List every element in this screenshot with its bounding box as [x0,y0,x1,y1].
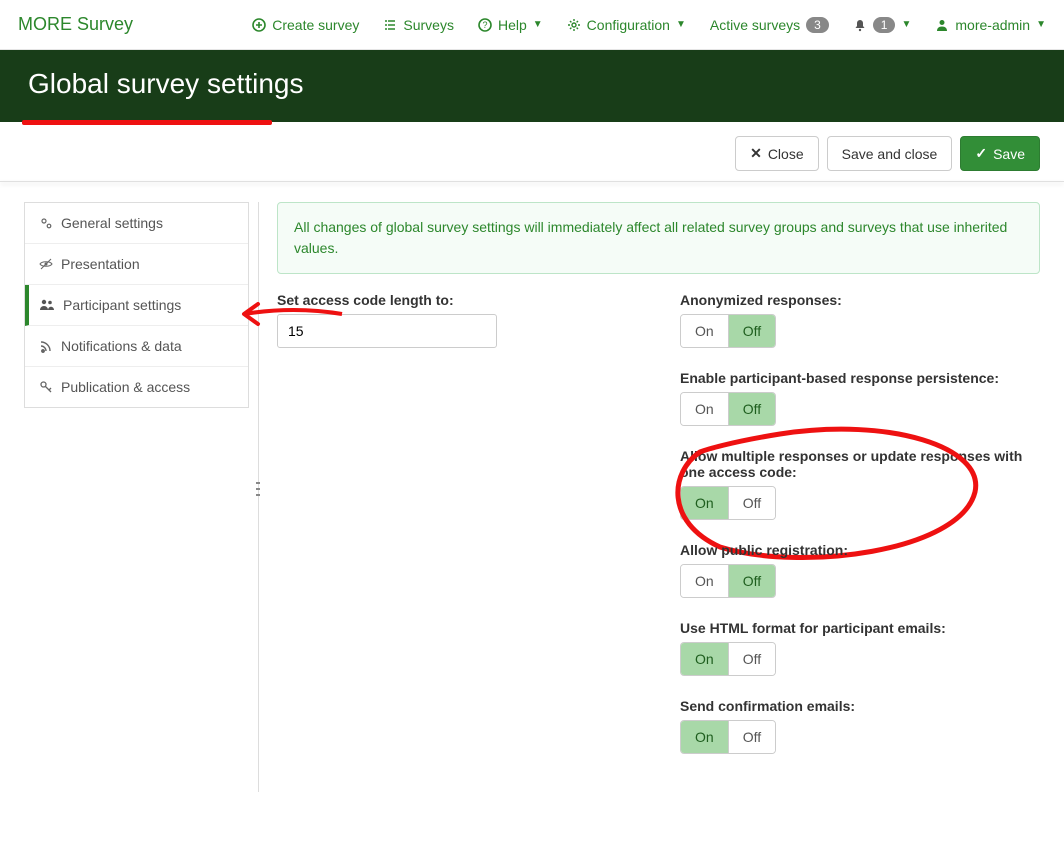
check-icon: ✓ [975,145,987,162]
sidebar-resize-handle[interactable] [256,482,261,496]
confirmation-email-off[interactable]: Off [728,721,775,753]
persistence-off[interactable]: Off [728,393,775,425]
sidebar: General settings Presentation Participan… [24,202,249,776]
persistence-group: Enable participant-based response persis… [680,370,1040,426]
persistence-on[interactable]: On [681,393,728,425]
page-title-band: Global survey settings [0,50,1064,122]
sidebar-item-participant[interactable]: Participant settings [25,285,248,326]
save-and-close-button[interactable]: Save and close [827,136,953,171]
list-icon [383,18,397,32]
sidebar-item-label: Presentation [61,256,140,272]
question-circle-icon: ? [478,18,492,32]
nav-active-label: Active surveys [710,17,800,33]
caret-down-icon: ▼ [676,19,686,30]
main-panel: All changes of global survey settings wi… [277,202,1040,776]
html-email-toggle: On Off [680,642,776,676]
sidebar-item-label: Notifications & data [61,338,182,354]
anonymized-off[interactable]: Off [728,315,775,347]
page-title: Global survey settings [28,68,1036,100]
right-fields: Anonymized responses: On Off Enable part… [680,292,1040,776]
gear-icon [567,18,581,32]
nav-notifications[interactable]: 1 ▼ [853,17,912,33]
top-nav: MORE Survey Create survey Surveys ? Help… [0,0,1064,50]
nav-help[interactable]: ? Help ▼ [478,17,543,33]
nav-config-label: Configuration [587,17,670,33]
multi-responses-label: Allow multiple responses or update respo… [680,448,1040,480]
left-fields: Set access code length to: [277,292,640,348]
sidebar-item-label: Publication & access [61,379,190,395]
key-icon [39,380,53,394]
html-email-on[interactable]: On [681,643,728,675]
annotation-underline [22,120,272,125]
toolbar: ✕ Close Save and close ✓ Save [0,122,1064,181]
caret-down-icon: ▼ [901,19,911,30]
nav-surveys[interactable]: Surveys [383,17,454,33]
anonymized-toggle: On Off [680,314,776,348]
caret-down-icon: ▼ [533,19,543,30]
plus-circle-icon [252,18,266,32]
notif-count-badge: 1 [873,17,896,33]
nav-create-survey[interactable]: Create survey [252,17,359,33]
anonymized-on[interactable]: On [681,315,728,347]
nav-items: Create survey Surveys ? Help ▼ Configura… [252,17,1046,33]
user-icon [935,18,949,32]
html-email-label: Use HTML format for participant emails: [680,620,1040,636]
persistence-toggle: On Off [680,392,776,426]
close-icon: ✕ [750,145,762,162]
access-code-length-input[interactable] [277,314,497,348]
public-registration-toggle: On Off [680,564,776,598]
nav-surveys-label: Surveys [403,17,454,33]
persistence-label: Enable participant-based response persis… [680,370,1040,386]
html-email-group: Use HTML format for participant emails: … [680,620,1040,676]
public-registration-off[interactable]: Off [728,565,775,597]
public-registration-label: Allow public registration: [680,542,1040,558]
nav-active-surveys[interactable]: Active surveys 3 [710,17,829,33]
bell-icon [853,18,867,32]
toolbar-divider [0,181,1064,182]
sidebar-panel: General settings Presentation Participan… [24,202,249,408]
save-label: Save [993,146,1025,162]
sidebar-item-presentation[interactable]: Presentation [25,244,248,285]
anonymized-label: Anonymized responses: [680,292,1040,308]
sidebar-item-label: Participant settings [63,297,181,313]
nav-user-label: more-admin [955,17,1030,33]
save-close-label: Save and close [842,146,938,162]
close-label: Close [768,146,804,162]
sidebar-resize-rail [252,202,259,792]
svg-text:?: ? [482,20,487,30]
anonymized-responses-group: Anonymized responses: On Off [680,292,1040,348]
confirmation-email-label: Send confirmation emails: [680,698,1040,714]
users-icon [39,298,55,312]
rss-icon [39,339,53,353]
eye-slash-icon [39,257,53,271]
access-code-length-label: Set access code length to: [277,292,640,308]
brand-logo[interactable]: MORE Survey [18,14,133,35]
nav-help-label: Help [498,17,527,33]
multi-responses-off[interactable]: Off [728,487,775,519]
sidebar-item-notifications[interactable]: Notifications & data [25,326,248,367]
confirmation-email-group: Send confirmation emails: On Off [680,698,1040,754]
confirmation-email-toggle: On Off [680,720,776,754]
inherit-alert: All changes of global survey settings wi… [277,202,1040,274]
active-count-badge: 3 [806,17,829,33]
fields-row: Set access code length to: Anonymized re… [277,292,1040,776]
sidebar-item-publication[interactable]: Publication & access [25,367,248,407]
caret-down-icon: ▼ [1036,19,1046,30]
html-email-off[interactable]: Off [728,643,775,675]
confirmation-email-on[interactable]: On [681,721,728,753]
nav-config[interactable]: Configuration ▼ [567,17,686,33]
public-registration-on[interactable]: On [681,565,728,597]
multi-responses-toggle: On Off [680,486,776,520]
gears-icon [39,216,53,230]
save-button[interactable]: ✓ Save [960,136,1040,171]
sidebar-item-general[interactable]: General settings [25,203,248,244]
nav-user-menu[interactable]: more-admin ▼ [935,17,1046,33]
public-registration-group: Allow public registration: On Off [680,542,1040,598]
sidebar-item-label: General settings [61,215,163,231]
close-button[interactable]: ✕ Close [735,136,819,171]
multi-responses-group: Allow multiple responses or update respo… [680,448,1040,520]
content: General settings Presentation Participan… [0,202,1064,800]
nav-create-label: Create survey [272,17,359,33]
multi-responses-on[interactable]: On [681,487,728,519]
